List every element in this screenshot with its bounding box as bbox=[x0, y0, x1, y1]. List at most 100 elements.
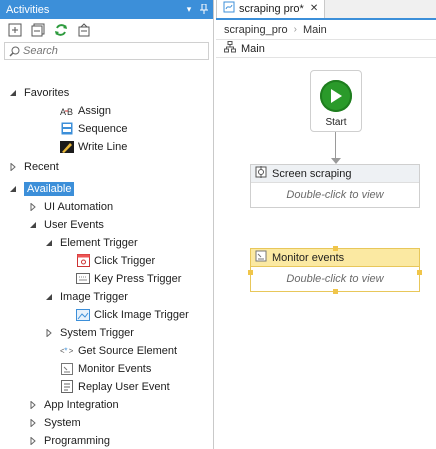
connector-line bbox=[335, 132, 336, 160]
tree-item-label: User Events bbox=[44, 218, 104, 231]
tree-item-label: Programming bbox=[44, 434, 111, 447]
flowchart-icon bbox=[224, 41, 236, 56]
show-activities-icon[interactable] bbox=[77, 23, 91, 37]
search-icon bbox=[7, 46, 21, 57]
tree-item-label: System Trigger bbox=[60, 326, 134, 339]
play-icon bbox=[320, 80, 352, 112]
monitor-events-icon bbox=[60, 362, 74, 375]
tree-item-write-line[interactable]: Write Line bbox=[60, 138, 127, 155]
connection-handle-top[interactable] bbox=[333, 246, 338, 251]
key-press-icon bbox=[76, 272, 90, 285]
close-tab-icon[interactable]: ✕ bbox=[310, 3, 318, 14]
panel-menu-icon[interactable]: ▾ bbox=[183, 4, 195, 15]
tree-item-user-events[interactable]: User Events bbox=[28, 216, 104, 233]
expanded-arrow-icon[interactable] bbox=[8, 88, 18, 98]
connection-handle-left[interactable] bbox=[248, 270, 253, 275]
activity-hint: Double-click to view bbox=[286, 189, 384, 201]
breadcrumb-separator-icon: › bbox=[293, 24, 297, 35]
breadcrumb: scraping_pro › Main bbox=[216, 20, 436, 40]
tree-item-label: Click Image Trigger bbox=[94, 308, 189, 321]
tree-item-ui-automation[interactable]: UI Automation bbox=[28, 198, 113, 215]
tree-item-label: Element Trigger bbox=[60, 236, 138, 249]
replay-icon bbox=[60, 380, 74, 393]
tree-item-system-trigger[interactable]: System Trigger bbox=[44, 324, 134, 341]
tree-item-label: Get Source Element bbox=[78, 344, 178, 357]
pin-icon[interactable] bbox=[198, 3, 210, 16]
tree-item-label: Click Trigger bbox=[94, 254, 156, 267]
workflow-file-icon bbox=[223, 1, 235, 16]
activities-toolbar bbox=[0, 19, 213, 41]
monitor-events-icon bbox=[255, 250, 267, 265]
tree-item-assign[interactable]: A B Assign bbox=[60, 102, 111, 119]
write-line-icon bbox=[60, 140, 74, 153]
activity-screen-scraping[interactable]: Screen scraping Double-click to view bbox=[250, 164, 420, 208]
activity-monitor-events[interactable]: Monitor events Double-click to view bbox=[248, 246, 422, 294]
collapsed-arrow-icon[interactable] bbox=[8, 162, 18, 172]
activity-title: Monitor events bbox=[272, 251, 345, 264]
vertical-scrollbar[interactable] bbox=[207, 42, 213, 449]
expand-all-icon[interactable] bbox=[8, 23, 22, 37]
tab-scraping-pro[interactable]: scraping pro* ✕ bbox=[216, 0, 326, 18]
tree-item-label: Key Press Trigger bbox=[94, 272, 182, 285]
tree-item-sequence[interactable]: Sequence bbox=[60, 120, 128, 137]
activity-hint: Double-click to view bbox=[286, 273, 384, 285]
tree-item-label: Favorites bbox=[24, 86, 70, 99]
source-element-icon: < * > bbox=[60, 344, 74, 357]
tree-item-recent[interactable]: Recent bbox=[8, 158, 59, 175]
screen-scraping-icon bbox=[255, 166, 267, 181]
tree-item-label: Image Trigger bbox=[60, 290, 128, 303]
svg-text:*: * bbox=[64, 347, 67, 356]
tree-item-element-trigger[interactable]: Element Trigger bbox=[44, 234, 138, 251]
tree-item-label: App Integration bbox=[44, 398, 119, 411]
activities-panel-title: Activities bbox=[6, 3, 50, 16]
expanded-arrow-icon[interactable] bbox=[8, 184, 18, 194]
tree-item-label: Monitor Events bbox=[78, 362, 152, 375]
tree-item-label: UI Automation bbox=[44, 200, 114, 213]
tree-item-click-image-trigger[interactable]: Click Image Trigger bbox=[76, 306, 189, 323]
activity-title: Screen scraping bbox=[272, 167, 352, 180]
flowchart-canvas[interactable]: Start Screen scraping Double-click to vi… bbox=[216, 60, 436, 449]
expanded-arrow-icon[interactable] bbox=[44, 238, 54, 248]
tree-item-replay-user-event[interactable]: Replay User Event bbox=[60, 378, 170, 395]
svg-text:A: A bbox=[60, 107, 66, 117]
tree-item-programming[interactable]: Programming bbox=[28, 432, 110, 449]
collapsed-arrow-icon[interactable] bbox=[28, 418, 38, 428]
tree-item-key-press-trigger[interactable]: Key Press Trigger bbox=[76, 270, 181, 287]
tree-item-favorites[interactable]: Favorites bbox=[8, 84, 69, 101]
tree-item-label: Available bbox=[24, 181, 75, 196]
activity-header: Monitor events bbox=[251, 249, 419, 267]
breadcrumb-item-main[interactable]: Main bbox=[303, 24, 327, 36]
breadcrumb-item-project[interactable]: scraping_pro bbox=[224, 24, 288, 36]
click-trigger-icon bbox=[76, 254, 90, 267]
refresh-icon[interactable] bbox=[54, 23, 68, 37]
activities-panel: Activities ▾ Favorites AB Assign Sequence Wr… bbox=[0, 0, 214, 449]
sequence-label: Main bbox=[241, 42, 265, 55]
click-image-icon bbox=[76, 308, 90, 321]
tree-item-monitor-events[interactable]: Monitor Events bbox=[60, 360, 151, 377]
start-node[interactable]: Start bbox=[310, 70, 362, 132]
tab-label: scraping pro* bbox=[239, 2, 304, 15]
expanded-arrow-icon[interactable] bbox=[44, 292, 54, 302]
tree-item-click-trigger[interactable]: Click Trigger bbox=[76, 252, 155, 269]
collapse-all-icon[interactable] bbox=[31, 23, 45, 37]
tree-item-label: Sequence bbox=[78, 122, 128, 135]
search-input[interactable] bbox=[21, 45, 201, 57]
tree-item-system[interactable]: System bbox=[28, 414, 81, 431]
collapsed-arrow-icon[interactable] bbox=[44, 328, 54, 338]
connection-handle-bottom[interactable] bbox=[333, 289, 338, 294]
tree-item-app-integration[interactable]: App Integration bbox=[28, 396, 119, 413]
tree-item-get-source-element[interactable]: < * > Get Source Element bbox=[60, 342, 177, 359]
svg-text:B: B bbox=[67, 107, 73, 117]
svg-text:>: > bbox=[69, 347, 74, 356]
tree-item-label: System bbox=[44, 416, 81, 429]
search-box[interactable] bbox=[4, 42, 209, 60]
connection-handle-right[interactable] bbox=[417, 270, 422, 275]
assign-icon: AB bbox=[60, 104, 74, 117]
collapsed-arrow-icon[interactable] bbox=[28, 202, 38, 212]
collapsed-arrow-icon[interactable] bbox=[28, 400, 38, 410]
expanded-arrow-icon[interactable] bbox=[28, 220, 38, 230]
tree-item-image-trigger[interactable]: Image Trigger bbox=[44, 288, 128, 305]
collapsed-arrow-icon[interactable] bbox=[28, 436, 38, 446]
tree-item-available[interactable]: Available bbox=[8, 180, 75, 197]
activities-panel-header: Activities ▾ bbox=[0, 0, 213, 19]
